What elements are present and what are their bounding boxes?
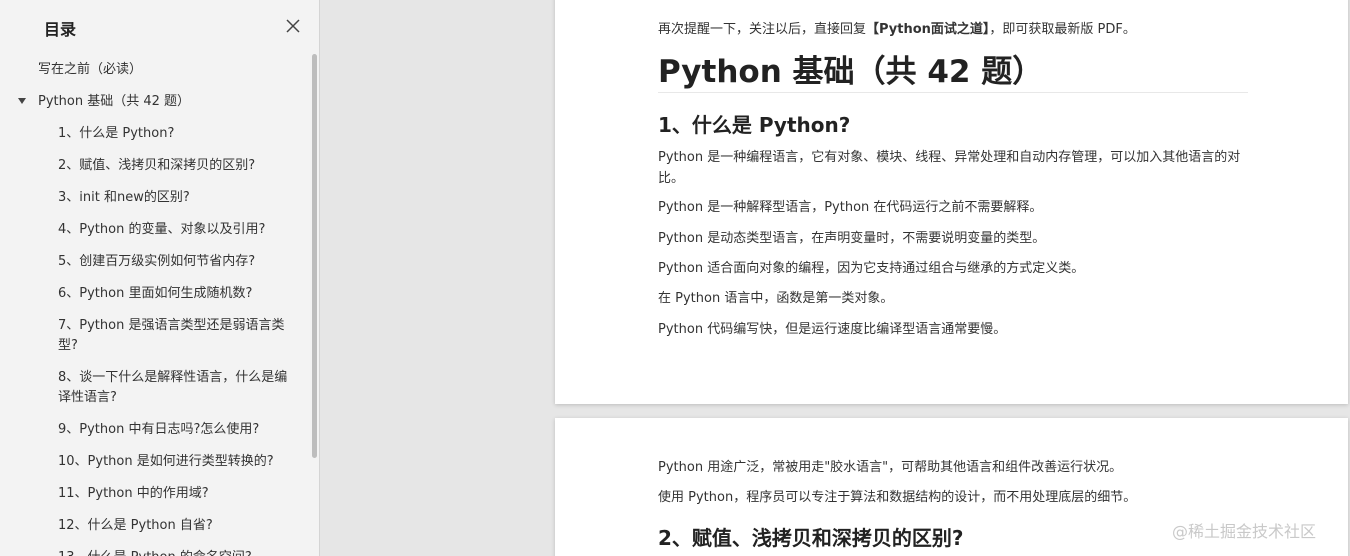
paragraph: 使用 Python，程序员可以专注于算法和数据结构的设计，而不用处理底层的细节。	[658, 490, 1137, 505]
page-heading: Python 基础（共 42 题）	[658, 54, 1044, 90]
toc-item[interactable]: 10、Python 是如何进行类型转换的?	[0, 450, 300, 482]
toc-item[interactable]: 4、Python 的变量、对象以及引用?	[0, 218, 300, 250]
toc-item[interactable]: 2、赋值、浅拷贝和深拷贝的区别?	[0, 154, 300, 186]
paragraph: Python 是一种编程语言，它有对象、模块、线程、异常处理和自动内存管理，可以…	[658, 150, 1241, 186]
collapse-triangle-icon[interactable]	[18, 98, 26, 104]
toc-section-label: Python 基础（共 42 题）	[38, 94, 191, 109]
toc-sidebar: 目录 写在之前（必读） Python 基础（共 42 题） 1、什么是 Pyth…	[0, 0, 320, 556]
toc-item[interactable]: 12、什么是 Python 自省?	[0, 514, 300, 546]
toc-item[interactable]: 8、谈一下什么是解释性语言，什么是编译性语言?	[0, 366, 300, 418]
toc-item[interactable]: 9、Python 中有日志吗?怎么使用?	[0, 418, 300, 450]
heading-divider	[658, 92, 1248, 93]
paragraph: Python 代码编写快，但是运行速度比编译型语言通常要慢。	[658, 322, 1007, 337]
section-heading-1: 1、什么是 Python?	[658, 113, 851, 137]
toc-item[interactable]: 1、什么是 Python?	[0, 122, 300, 154]
close-icon[interactable]	[284, 17, 302, 35]
sidebar-title: 目录	[44, 20, 77, 39]
reminder-text: 再次提醒一下，关注以后，直接回复【Python面试之道】，即可获取最新版 PDF…	[658, 18, 1248, 37]
paragraph: 在 Python 语言中，函数是第一类对象。	[658, 291, 894, 306]
paragraph: Python 是动态类型语言，在声明变量时，不需要说明变量的类型。	[658, 231, 1046, 246]
toc-item[interactable]: 13、什么是 Python 的命名空间?	[0, 546, 300, 556]
document-page-1: 再次提醒一下，关注以后，直接回复【Python面试之道】，即可获取最新版 PDF…	[555, 0, 1348, 404]
toc-section-python-basics[interactable]: Python 基础（共 42 题）	[0, 90, 300, 122]
toc-item[interactable]: 3、init 和new的区别?	[0, 186, 300, 218]
toc-item[interactable]: 11、Python 中的作用域?	[0, 482, 300, 514]
sidebar-scrollbar[interactable]	[312, 54, 317, 458]
toc-item-preface[interactable]: 写在之前（必读）	[0, 58, 300, 90]
paragraph: Python 是一种解释型语言，Python 在代码运行之前不需要解释。	[658, 200, 1043, 215]
toc-item[interactable]: 6、Python 里面如何生成随机数?	[0, 282, 300, 314]
toc-item[interactable]: 5、创建百万级实例如何节省内存?	[0, 250, 300, 282]
toc-list: 写在之前（必读） Python 基础（共 42 题） 1、什么是 Python?…	[0, 58, 300, 556]
watermark: @稀土掘金技术社区	[1172, 522, 1317, 541]
reminder-bold: 【Python面试之道】	[866, 22, 990, 37]
reminder-prefix: 再次提醒一下，关注以后，直接回复	[658, 22, 867, 37]
toc-item[interactable]: 7、Python 是强语言类型还是弱语言类型?	[0, 314, 300, 366]
paragraph: Python 适合面向对象的编程，因为它支持通过组合与继承的方式定义类。	[658, 261, 1085, 276]
paragraph: Python 用途广泛，常被用走"胶水语言"，可帮助其他语言和组件改善运行状况。	[658, 460, 1123, 475]
reminder-suffix: ，即可获取最新版 PDF。	[989, 22, 1136, 37]
section-heading-2: 2、赋值、浅拷贝和深拷贝的区别?	[658, 526, 964, 550]
